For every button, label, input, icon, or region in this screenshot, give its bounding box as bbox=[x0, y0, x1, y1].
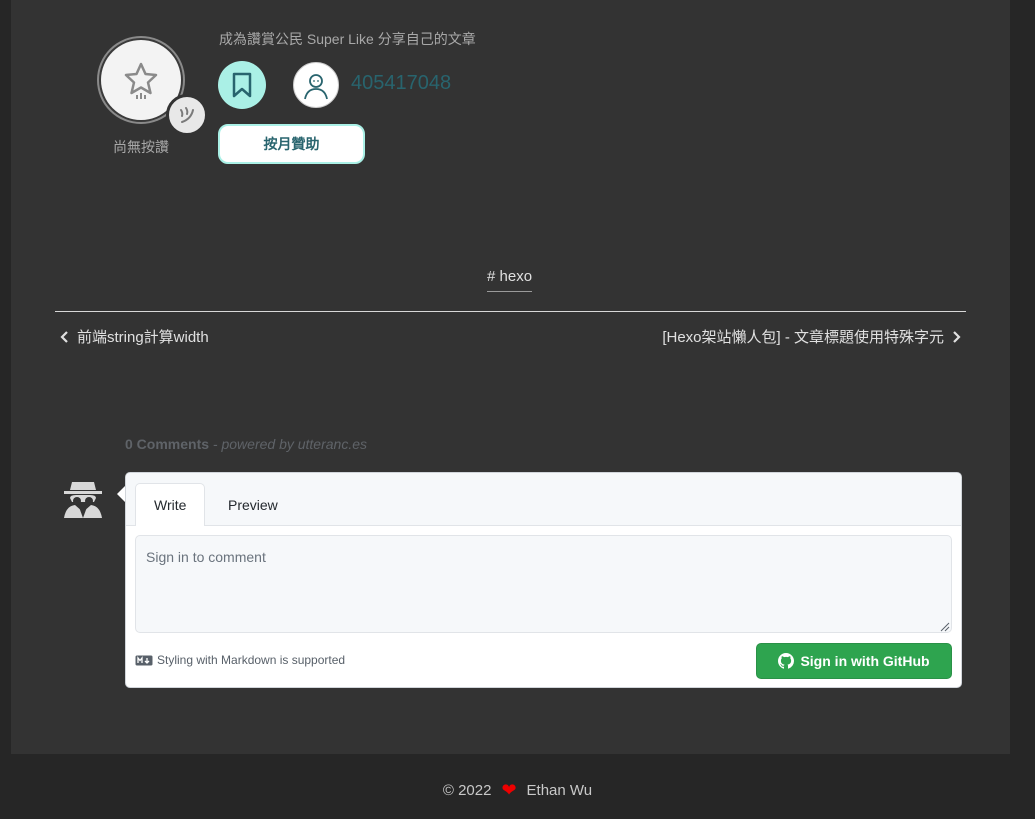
person-icon bbox=[304, 74, 328, 100]
comment-textarea[interactable]: Sign in to comment bbox=[135, 535, 952, 633]
markdown-icon bbox=[135, 655, 153, 665]
comment-box-pointer bbox=[117, 486, 125, 502]
comment-form: Write Preview Sign in to comment Styling… bbox=[125, 472, 962, 688]
comment-tabbar: Write Preview bbox=[126, 473, 961, 526]
github-icon bbox=[778, 653, 795, 669]
star-icon bbox=[124, 62, 158, 99]
bookmark-button[interactable] bbox=[218, 61, 266, 109]
markdown-note[interactable]: Styling with Markdown is supported bbox=[135, 653, 345, 667]
footer-author: Ethan Wu bbox=[526, 782, 593, 799]
clap-badge[interactable] bbox=[166, 94, 208, 136]
post-divider bbox=[55, 311, 966, 312]
next-post-title: [Hexo架站懶人包] - 文章標題使用特殊字元 bbox=[662, 329, 944, 346]
like-status: 尚無按讚 bbox=[113, 139, 169, 155]
author-id-link[interactable]: 405417048 bbox=[351, 72, 451, 95]
prev-post-title: 前端string計算width bbox=[77, 329, 209, 346]
tab-preview[interactable]: Preview bbox=[210, 483, 296, 526]
resize-grip-icon[interactable] bbox=[940, 622, 950, 632]
powered-by-utterances[interactable]: - powered by utteranc.es bbox=[213, 436, 367, 452]
monthly-sponsor-button[interactable]: 按月贊助 bbox=[218, 124, 365, 164]
clap-icon bbox=[180, 107, 194, 123]
heart-icon: ❤ bbox=[501, 780, 517, 800]
author-avatar[interactable] bbox=[293, 62, 339, 108]
prev-post-link[interactable]: 前端string計算width bbox=[60, 326, 209, 347]
tag-link-hexo[interactable]: # hexo bbox=[487, 268, 533, 292]
next-post-link[interactable]: [Hexo架站懶人包] - 文章標題使用特殊字元 bbox=[662, 326, 961, 347]
comments-header: 0 Comments - powered by utteranc.es bbox=[125, 436, 367, 452]
anonymous-user-icon bbox=[64, 482, 102, 518]
sign-in-github-label: Sign in with GitHub bbox=[800, 653, 930, 669]
civic-liker-text[interactable]: 成為讚賞公民 Super Like 分享自己的文章 bbox=[219, 29, 476, 49]
copyright: © 2022 bbox=[442, 782, 492, 799]
tab-write[interactable]: Write bbox=[135, 483, 206, 526]
chevron-left-icon bbox=[60, 330, 68, 343]
chevron-right-icon bbox=[953, 330, 961, 343]
markdown-note-text: Styling with Markdown is supported bbox=[157, 653, 346, 667]
bookmark-icon bbox=[232, 72, 252, 98]
page-footer: © 2022 ❤ Ethan Wu bbox=[0, 780, 1035, 801]
sign-in-github-button[interactable]: Sign in with GitHub bbox=[756, 643, 952, 679]
comment-count: 0 Comments bbox=[125, 436, 210, 452]
